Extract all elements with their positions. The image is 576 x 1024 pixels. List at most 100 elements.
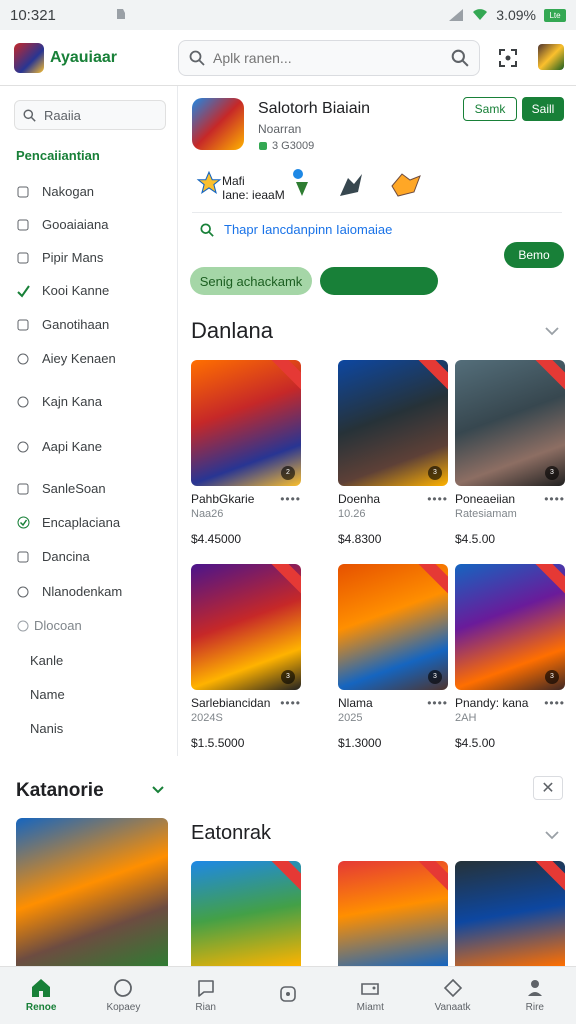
sidebar-item-label: Aiey Kenaen [42, 351, 116, 366]
rating-icon [259, 142, 267, 150]
game-card-sub: 2AH [455, 712, 477, 724]
game-card-image: 3 [455, 564, 565, 690]
featured-meta: 3 G3009 [258, 140, 314, 152]
sidebar-item[interactable]: Aapi Kane [16, 439, 102, 454]
sidebar-sub-item[interactable]: Name [30, 687, 65, 702]
more-icon[interactable]: •••• [544, 492, 565, 506]
game-card[interactable]: 3 Doenha •••• 10.26 $4.8300 [338, 360, 448, 546]
app-logo[interactable]: Ayauiaar [14, 42, 174, 73]
game-card[interactable] [338, 861, 448, 966]
sidebar-search[interactable]: Raaiia [14, 100, 166, 130]
game-card-price: $4.5.00 [455, 736, 496, 750]
sidebar-item-label: Nlanodenkam [42, 584, 123, 599]
sidebar-item[interactable]: Kooi Kanne [16, 283, 109, 298]
more-icon[interactable]: •••• [280, 696, 301, 710]
game-card[interactable]: 3 Pnandy: kana •••• 2AH $4.5.00 [455, 564, 565, 750]
status-time: 10:321 [10, 6, 56, 24]
sidebar-group[interactable]: Dlocoan [16, 618, 82, 633]
check-icon [16, 284, 30, 298]
close-button[interactable]: ✕ [533, 776, 563, 800]
nav-label: Kopaey [106, 1002, 141, 1013]
sidebar-item[interactable]: Aiey Kenaen [16, 351, 116, 366]
game-card[interactable]: 2 PahbGkarie •••• Naa26 $4.45000 [191, 360, 301, 546]
sidebar-item[interactable]: Gooaiaiana [16, 217, 109, 232]
avatar[interactable] [538, 44, 564, 70]
top-bar: Ayauiaar [0, 30, 576, 86]
game-card[interactable] [191, 861, 301, 966]
hint-link[interactable]: Thapr Iancdanpinn Iaiomaiae [200, 222, 392, 237]
ribbon [415, 360, 448, 392]
featured-outline-button[interactable]: Samk [463, 97, 517, 121]
chevron-down-icon[interactable] [544, 324, 560, 342]
square-icon [16, 185, 30, 199]
game-card-title: Sarlebiancidan [191, 696, 271, 710]
nav-kopaey[interactable]: Kopaey [82, 967, 164, 1024]
character-icon [336, 170, 368, 202]
game-card-price: $1.3000 [338, 736, 382, 750]
check-circle-icon [16, 516, 30, 530]
bottom-nav: Renoe Kopaey Rian Miamt Vanaatk Rire [0, 966, 576, 1024]
game-card-sub: Ratesiamam [455, 508, 517, 520]
bemo-button[interactable]: Bemo [504, 242, 564, 268]
game-card-image: 3 [191, 564, 301, 690]
game-card-price: $4.8300 [338, 532, 382, 546]
sidebar-heading: Pencaiiantian [16, 148, 100, 163]
ribbon [532, 360, 565, 392]
nav-miamt[interactable]: Miamt [329, 967, 411, 1024]
chevron-down-icon[interactable] [150, 782, 166, 803]
sidebar-item[interactable]: SanleSoan [16, 481, 106, 496]
sidebar-sub-item[interactable]: Nanis [30, 721, 63, 736]
game-card[interactable]: 3 Poneaeiian •••• Ratesiamam $4.5.00 [455, 360, 565, 546]
sidebar-item[interactable]: Ganotihaan [16, 317, 109, 332]
dot-icon [280, 985, 296, 1002]
sidebar-item[interactable]: Pipir Mans [16, 250, 103, 265]
more-icon[interactable]: •••• [427, 696, 448, 710]
game-card[interactable] [455, 861, 565, 966]
person-icon [527, 980, 542, 996]
search-input[interactable] [213, 50, 451, 66]
game-card-image [338, 861, 448, 966]
game-card-sub: 10.26 [338, 508, 366, 520]
sidebar-item[interactable]: Nakogan [16, 184, 94, 199]
sidebar-item[interactable]: Kajn Kana [16, 394, 102, 409]
main-content: Salotorh Biaiain Noarran 3 G3009 Samk Sa… [178, 86, 576, 966]
nav-vanaatk[interactable]: Vanaatk [411, 967, 493, 1024]
filter-pill-dark[interactable] [320, 267, 438, 295]
scan-icon[interactable] [494, 44, 522, 72]
featured-app-icon[interactable] [192, 98, 244, 150]
game-card-title: Poneaeiian [455, 492, 516, 506]
sidebar-item[interactable]: Encaplaciana [16, 515, 120, 530]
game-card-sub: 2024S [191, 712, 223, 724]
nav-dot[interactable] [247, 967, 329, 1024]
sidebar-group-label: Dlocoan [34, 618, 82, 633]
divider [192, 212, 562, 213]
katanorie-card[interactable] [16, 818, 168, 968]
filter-pill-light[interactable]: Senig achackamk [190, 267, 312, 295]
feature-line-2: Iane: ieaaM [222, 188, 285, 202]
app-name: Ayauiaar [50, 48, 117, 66]
nav-label: Vanaatk [434, 1002, 471, 1013]
square-icon [16, 550, 30, 564]
search-bar[interactable] [178, 40, 480, 76]
search-submit-icon[interactable] [451, 49, 469, 67]
game-card[interactable]: 3 Sarlebiancidan •••• 2024S $1.5.5000 [191, 564, 301, 750]
more-icon[interactable]: •••• [280, 492, 301, 506]
sidebar-sub-item[interactable]: Kanle [30, 653, 63, 668]
ribbon [268, 564, 301, 596]
nav-rian[interactable]: Rian [165, 967, 247, 1024]
featured-meta-text: 3 G3009 [272, 140, 315, 152]
chevron-down-icon[interactable] [544, 828, 560, 846]
game-card[interactable]: 3 Nlama •••• 2025 $1.3000 [338, 564, 448, 750]
more-icon[interactable]: •••• [427, 492, 448, 506]
sidebar-item[interactable]: Nlanodenkam [16, 584, 122, 599]
more-icon[interactable]: •••• [544, 696, 565, 710]
sidebar-item-label: Aapi Kane [42, 439, 102, 454]
hint-text: Thapr Iancdanpinn Iaiomaiae [224, 222, 393, 237]
featured-solid-button[interactable]: Saill [522, 97, 564, 121]
game-card-sub: 2025 [338, 712, 363, 724]
nav-rire[interactable]: Rire [494, 967, 576, 1024]
sidebar-item-label: SanleSoan [42, 481, 106, 496]
nav-home[interactable]: Renoe [0, 967, 82, 1024]
sidebar: Raaiia Pencaiiantian Nakogan Gooaiaiana … [0, 86, 178, 756]
sidebar-item[interactable]: Dancina [16, 549, 90, 564]
